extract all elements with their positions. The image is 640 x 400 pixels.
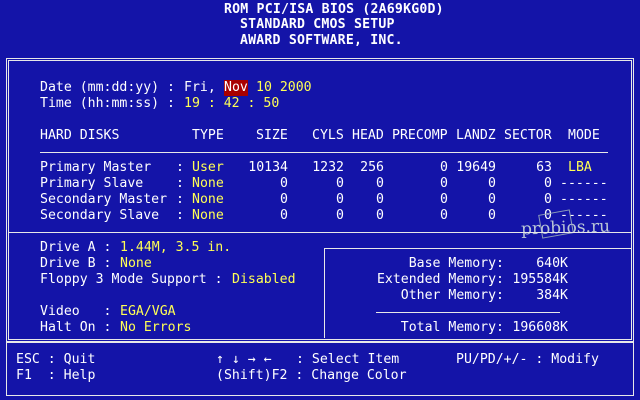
disk-type[interactable]: None xyxy=(192,192,224,208)
bios-title-line3: AWARD SOFTWARE, INC. xyxy=(240,33,403,48)
disk-sector: 0 xyxy=(544,192,552,207)
select-item-hint: : Select Item xyxy=(296,352,400,367)
time-field[interactable]: 19 : 42 : 50 xyxy=(184,96,279,112)
disk-head: 0 xyxy=(376,176,384,191)
total-memory-value: 196608K xyxy=(512,320,568,335)
col-size: SIZE xyxy=(256,128,288,143)
disk-head: 0 xyxy=(376,208,384,223)
section-divider xyxy=(8,232,632,233)
col-type: TYPE xyxy=(192,128,224,143)
arrow-keys-icon: ↑ ↓ → ← xyxy=(216,352,272,367)
total-memory-label: Total Memory: xyxy=(400,320,504,335)
base-memory-label: Base Memory: xyxy=(408,256,504,271)
disk-precomp: 0 xyxy=(440,192,448,207)
floppy-3-mode-value[interactable]: Disabled xyxy=(232,272,296,288)
disk-name: Secondary Master xyxy=(40,192,168,207)
disk-mode: ------ xyxy=(560,176,608,191)
disk-mode[interactable]: LBA xyxy=(568,160,592,176)
disk-size: 0 xyxy=(280,192,288,207)
colon: : xyxy=(176,176,184,191)
f1-help-hint: F1 : Help xyxy=(16,368,96,383)
memory-total-divider xyxy=(376,312,560,313)
disk-head: 0 xyxy=(376,192,384,207)
disk-landz: 0 xyxy=(488,208,496,223)
col-cyls: CYLS xyxy=(312,128,344,143)
disk-cyls: 1232 xyxy=(312,160,344,175)
bios-title-line1: ROM PCI/ISA BIOS (2A69KG0D) xyxy=(224,2,444,17)
col-sector: SECTOR xyxy=(504,128,552,143)
disk-name: Secondary Slave xyxy=(40,208,160,223)
esc-quit-hint: ESC : Quit xyxy=(16,352,96,367)
drive-a-label: Drive A : xyxy=(40,240,112,255)
bios-title-line2: STANDARD CMOS SETUP xyxy=(240,17,395,32)
disk-landz: 0 xyxy=(488,176,496,191)
colon: : xyxy=(176,160,184,175)
date-label: Date (mm:dd:yy) : xyxy=(40,80,175,95)
disk-size: 0 xyxy=(280,208,288,223)
disk-cyls: 0 xyxy=(336,176,344,191)
col-landz: LANDZ xyxy=(456,128,496,143)
disk-header-divider xyxy=(40,152,608,153)
extended-memory-label: Extended Memory: xyxy=(376,272,504,287)
disk-name: Primary Slave xyxy=(40,176,144,191)
disk-type[interactable]: None xyxy=(192,208,224,224)
colon: : xyxy=(176,208,184,223)
colon: : xyxy=(176,192,184,207)
halt-on-label: Halt On : xyxy=(40,320,112,335)
disk-type[interactable]: None xyxy=(192,176,224,192)
disk-landz: 19649 xyxy=(456,160,496,175)
disk-cyls: 0 xyxy=(336,208,344,223)
date-day-year-field[interactable]: 10 2000 xyxy=(256,80,312,96)
disk-mode: ------ xyxy=(560,192,608,207)
disk-type[interactable]: User xyxy=(192,160,224,176)
memory-box-top-border xyxy=(324,248,632,249)
disk-sector: 0 xyxy=(544,176,552,191)
extended-memory-value: 195584K xyxy=(512,272,568,287)
date-day: Fri, xyxy=(184,80,216,95)
disk-precomp: 0 xyxy=(440,176,448,191)
disk-size: 10134 xyxy=(248,160,288,175)
video-value[interactable]: EGA/VGA xyxy=(120,304,176,320)
col-precomp: PRECOMP xyxy=(392,128,448,143)
other-memory-value: 384K xyxy=(536,288,568,303)
drive-a-value[interactable]: 1.44M, 3.5 in. xyxy=(120,240,231,256)
base-memory-value: 640K xyxy=(536,256,568,271)
disk-name: Primary Master xyxy=(40,160,152,175)
other-memory-label: Other Memory: xyxy=(400,288,504,303)
disk-precomp: 0 xyxy=(440,160,448,175)
drive-b-value[interactable]: None xyxy=(120,256,152,272)
video-label: Video : xyxy=(40,304,112,319)
disk-head: 256 xyxy=(360,160,384,175)
disk-landz: 0 xyxy=(488,192,496,207)
modify-hint: PU/PD/+/- : Modify xyxy=(456,352,599,367)
watermark-text: probios.ru xyxy=(520,216,611,240)
col-hard-disks: HARD DISKS xyxy=(40,128,120,143)
disk-size: 0 xyxy=(280,176,288,191)
halt-on-value[interactable]: No Errors xyxy=(120,320,191,336)
disk-precomp: 0 xyxy=(440,208,448,223)
disk-cyls: 0 xyxy=(336,192,344,207)
time-label: Time (hh:mm:ss) : xyxy=(40,96,175,111)
disk-sector: 63 xyxy=(536,160,552,175)
col-mode: MODE xyxy=(568,128,600,143)
drive-b-label: Drive B : xyxy=(40,256,112,271)
col-head: HEAD xyxy=(352,128,384,143)
memory-box-left-border xyxy=(324,248,325,338)
change-color-hint: (Shift)F2 : Change Color xyxy=(216,368,407,383)
floppy-3-mode-label: Floppy 3 Mode Support : xyxy=(40,272,223,287)
date-month-field[interactable]: Nov xyxy=(224,80,248,96)
